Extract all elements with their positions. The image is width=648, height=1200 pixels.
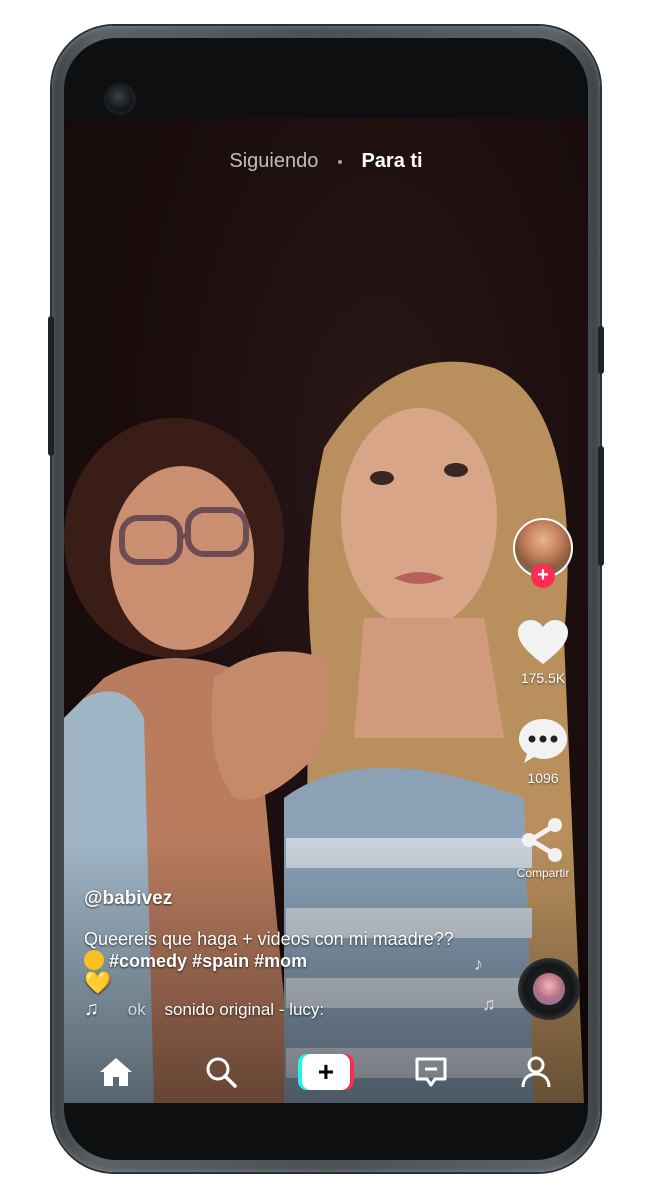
share-label: Compartir — [516, 866, 570, 880]
share-icon — [522, 818, 562, 862]
tab-for-you[interactable]: Para ti — [361, 150, 422, 173]
inbox-icon — [415, 1057, 447, 1087]
phone-frame: Siguiendo Para ti + 175.5K 1096 Comparti… — [48, 26, 604, 1172]
front-camera — [107, 86, 133, 112]
comment-button[interactable]: 1096 — [504, 716, 582, 786]
share-button[interactable]: Compartir — [504, 816, 582, 880]
sound-disc-cover — [533, 973, 565, 1005]
create-icon: + — [301, 1054, 350, 1090]
volume-button — [48, 316, 54, 456]
floating-note-icon: ♪ — [474, 954, 483, 974]
creator-avatar[interactable]: + — [513, 518, 573, 588]
tab-following[interactable]: Siguiendo — [229, 150, 318, 173]
hugging-face-emoji-icon — [84, 950, 104, 970]
search-icon — [206, 1057, 237, 1088]
yellow-heart-emoji: 💛 — [84, 970, 112, 995]
sound-name: sonido original - lucy: — [164, 1000, 325, 1019]
comment-count: 1096 — [527, 770, 559, 786]
nav-search[interactable] — [186, 1047, 256, 1097]
app-screen: Siguiendo Para ti + 175.5K 1096 Comparti… — [64, 118, 588, 1103]
create-button[interactable]: + — [297, 1054, 354, 1090]
nav-profile[interactable] — [501, 1047, 571, 1097]
side-button-top — [598, 326, 604, 374]
nav-create[interactable]: + — [291, 1047, 361, 1097]
home-icon — [100, 1058, 133, 1086]
phone-bezel: Siguiendo Para ti + 175.5K 1096 Comparti… — [64, 38, 588, 1160]
action-rail: + 175.5K 1096 Compartir — [504, 518, 582, 880]
sound-row[interactable]: ♫ ok sonido original - lucy: — [84, 998, 324, 1021]
comment-icon — [519, 719, 567, 763]
follow-button[interactable]: + — [531, 564, 555, 588]
tab-separator — [337, 159, 342, 164]
profile-icon — [521, 1056, 551, 1088]
bottom-nav: + — [64, 1041, 588, 1103]
creator-username[interactable]: @babivez — [84, 888, 464, 910]
hashtags[interactable]: #comedy #spain #mom — [109, 951, 307, 971]
nav-inbox[interactable] — [396, 1047, 466, 1097]
nav-home[interactable] — [81, 1047, 151, 1097]
sound-prefix: ok — [127, 1000, 146, 1019]
feed-tabs: Siguiendo Para ti — [64, 150, 588, 173]
description-text: Queereis que haga + videos con mi maadre… — [84, 929, 454, 949]
like-count: 175.5K — [520, 670, 566, 686]
power-button — [598, 446, 604, 566]
like-button[interactable]: 175.5K — [504, 618, 582, 686]
post-description: Queereis que haga + videos con mi maadre… — [84, 928, 464, 995]
heart-icon — [518, 620, 568, 664]
floating-note-icon: ♫ — [482, 994, 496, 1014]
music-note-icon: ♫ — [84, 998, 99, 1020]
sound-disc[interactable] — [518, 958, 580, 1020]
post-caption: @babivez Queereis que haga + videos con … — [84, 888, 464, 995]
